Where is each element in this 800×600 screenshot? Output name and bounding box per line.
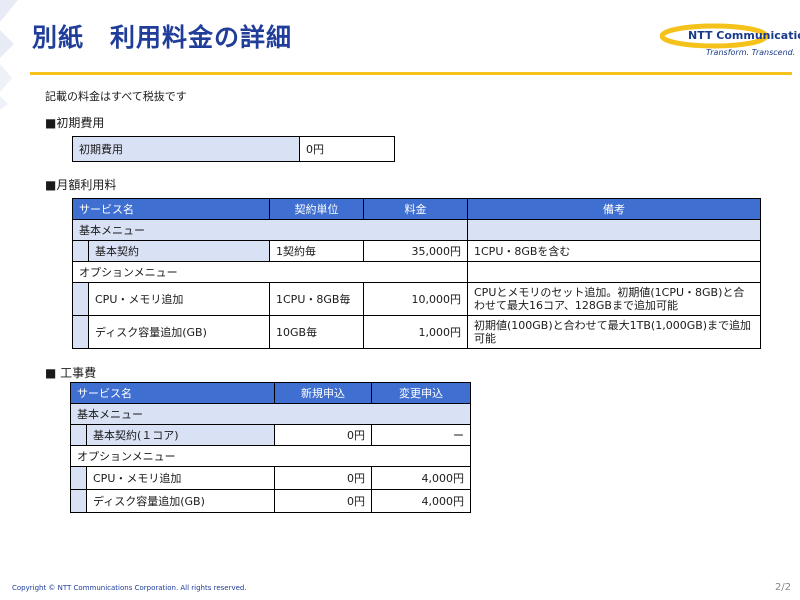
table-row: 基本メニュー — [70, 403, 471, 425]
indent-cell — [72, 282, 89, 316]
new-application-fee: 0円 — [274, 489, 372, 513]
remarks: 1CPU・8GBを含む — [467, 240, 761, 262]
contract-unit: 1CPU・8GB毎 — [269, 282, 364, 316]
group-basic-remarks — [467, 219, 761, 241]
table-row: ディスク容量追加(GB) 0円 4,000円 — [70, 489, 471, 513]
price: 35,000円 — [363, 240, 468, 262]
header-change-application: 変更申込 — [371, 382, 471, 404]
monthly-fee-table: サービス名 契約単位 料金 備考 基本メニュー 基本契約 1契約毎 35,000… — [72, 198, 761, 349]
header-price: 料金 — [363, 198, 468, 220]
table-row: オプションメニュー — [70, 445, 471, 467]
new-application-fee: 0円 — [274, 424, 372, 446]
change-application-fee: ー — [371, 424, 471, 446]
indent-cell — [72, 315, 89, 349]
section-construction-fee: ■ 工事費 — [45, 366, 97, 380]
copyright-text: Copyright © NTT Communications Corporati… — [12, 584, 247, 592]
indent-cell — [70, 489, 87, 513]
table-header-row: サービス名 新規申込 変更申込 — [70, 382, 471, 404]
table-row: 基本メニュー — [72, 219, 761, 241]
initial-fee-table: 初期費用 0円 — [72, 136, 395, 162]
group-option-remarks — [467, 261, 761, 283]
header-service-name: サービス名 — [70, 382, 275, 404]
initial-fee-value: 0円 — [299, 136, 395, 162]
price: 10,000円 — [363, 282, 468, 316]
logo-name: NTT Communications — [688, 29, 800, 42]
corner-decoration — [0, 0, 30, 110]
remarks: CPUとメモリのセット追加。初期値(1CPU・8GB)と合わせて最大16コア、1… — [467, 282, 761, 316]
remarks: 初期値(100GB)と合わせて最大1TB(1,000GB)まで追加可能 — [467, 315, 761, 349]
table-row: 基本契約 1契約毎 35,000円 1CPU・8GBを含む — [72, 240, 761, 262]
group-option-menu: オプションメニュー — [72, 261, 468, 283]
initial-fee-label: 初期費用 — [72, 136, 300, 162]
header-contract-unit: 契約単位 — [269, 198, 364, 220]
section-initial-fee: ■初期費用 — [45, 116, 105, 130]
header-new-application: 新規申込 — [274, 382, 372, 404]
page-number: 2/2 — [775, 582, 792, 593]
new-application-fee: 0円 — [274, 466, 372, 490]
change-application-fee: 4,000円 — [371, 489, 471, 513]
table-row: CPU・メモリ追加 1CPU・8GB毎 10,000円 CPUとメモリのセット追… — [72, 282, 761, 316]
page-title: 別紙 利用料金の詳細 — [32, 23, 293, 52]
company-logo: NTT Communications Transform. Transcend. — [660, 20, 800, 64]
service-name: 基本契約 — [88, 240, 270, 262]
table-row: オプションメニュー — [72, 261, 761, 283]
header-remarks: 備考 — [467, 198, 761, 220]
service-name: ディスク容量追加(GB) — [86, 489, 275, 513]
indent-cell — [70, 424, 87, 446]
title-underline — [30, 72, 792, 75]
service-name: 基本契約(１コア) — [86, 424, 275, 446]
group-option-menu: オプションメニュー — [70, 445, 471, 467]
change-application-fee: 4,000円 — [371, 466, 471, 490]
indent-cell — [72, 240, 89, 262]
table-row: 初期費用 0円 — [72, 136, 395, 162]
construction-fee-table: サービス名 新規申込 変更申込 基本メニュー 基本契約(１コア) 0円 ー オプ… — [70, 382, 471, 513]
group-basic-menu: 基本メニュー — [70, 403, 471, 425]
table-row: CPU・メモリ追加 0円 4,000円 — [70, 466, 471, 490]
price: 1,000円 — [363, 315, 468, 349]
contract-unit: 10GB毎 — [269, 315, 364, 349]
group-basic-menu: 基本メニュー — [72, 219, 468, 241]
header-service-name: サービス名 — [72, 198, 270, 220]
logo-tagline: Transform. Transcend. — [706, 48, 796, 57]
table-row: 基本契約(１コア) 0円 ー — [70, 424, 471, 446]
indent-cell — [70, 466, 87, 490]
service-name: ディスク容量追加(GB) — [88, 315, 270, 349]
table-row: ディスク容量追加(GB) 10GB毎 1,000円 初期値(100GB)と合わせ… — [72, 315, 761, 349]
service-name: CPU・メモリ追加 — [86, 466, 275, 490]
tax-note: 記載の料金はすべて税抜です — [45, 90, 187, 103]
service-name: CPU・メモリ追加 — [88, 282, 270, 316]
section-monthly-fee: ■月額利用料 — [45, 178, 117, 192]
table-header-row: サービス名 契約単位 料金 備考 — [72, 198, 761, 220]
contract-unit: 1契約毎 — [269, 240, 364, 262]
